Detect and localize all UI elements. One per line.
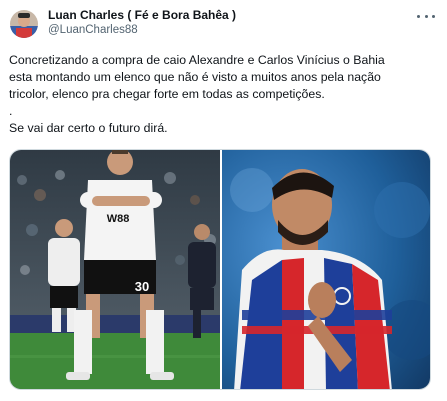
author-block: Luan Charles ( Fé e Bora Bahêa ) @LuanCh… <box>48 9 236 37</box>
user-avatar[interactable] <box>10 10 38 38</box>
media-photo-right[interactable] <box>222 150 430 389</box>
tweet-text-line: Se vai dar certo o futuro dirá. <box>9 121 168 135</box>
more-horizontal-icon[interactable] <box>417 10 435 22</box>
tweet-card: Luan Charles ( Fé e Bora Bahêa ) @LuanCh… <box>0 0 447 401</box>
tweet-text-line: esta montando um elenco que não é visto … <box>9 70 381 84</box>
tweet-text-line: Concretizando a compra de caio Alexandre… <box>9 53 385 67</box>
tweet-text-line: tricolor, elenco pra chegar forte em tod… <box>9 87 325 101</box>
svg-text:W88: W88 <box>107 213 130 225</box>
author-display-name[interactable]: Luan Charles ( Fé e Bora Bahêa ) <box>48 9 236 21</box>
tweet-text-line: . <box>9 104 13 118</box>
tweet-media: W88 30 <box>9 149 431 390</box>
author-handle[interactable]: @LuanCharles88 <box>48 24 236 37</box>
media-photo-left[interactable]: W88 30 <box>10 150 220 389</box>
svg-text:30: 30 <box>135 279 149 294</box>
tweet-text: Concretizando a compra de caio Alexandre… <box>9 52 439 137</box>
